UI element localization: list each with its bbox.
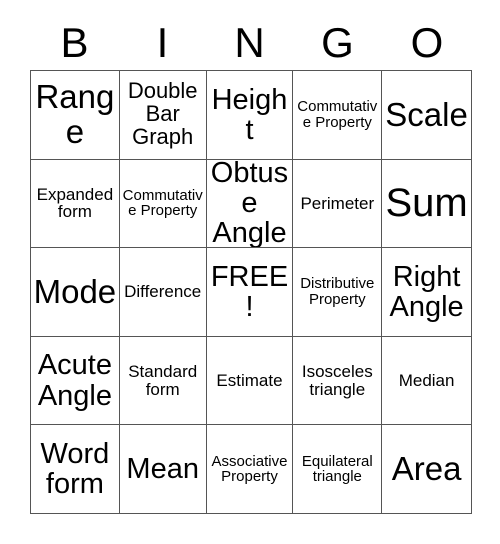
bingo-cell[interactable]: Median: [382, 336, 472, 426]
bingo-row: Word form Mean Associative Property Equi…: [31, 425, 472, 514]
bingo-cell-label: Commutative Property: [297, 98, 378, 131]
bingo-cell[interactable]: Expanded form: [31, 159, 120, 249]
bingo-row: Acute Angle Standard form Estimate Isosc…: [31, 336, 472, 426]
bingo-cell-label: Double Bar Graph: [127, 78, 198, 150]
bingo-cell-label: Expanded form: [36, 184, 114, 222]
bingo-cell[interactable]: Mode: [31, 248, 120, 337]
bingo-cell[interactable]: Range: [31, 71, 120, 160]
bingo-cell[interactable]: Double Bar Graph: [119, 71, 207, 160]
bingo-cell[interactable]: Distributive Property: [293, 248, 383, 337]
bingo-cell-label: Range: [35, 78, 115, 150]
bingo-cell[interactable]: Obtuse Angle: [206, 159, 294, 249]
bingo-cell-label: Word form: [40, 438, 110, 501]
bingo-cell[interactable]: Commutative Property: [119, 159, 207, 249]
header-letter-b: B: [60, 19, 89, 66]
bingo-cell-label: Sum: [385, 180, 468, 225]
bingo-cell-free[interactable]: FREE!: [206, 248, 294, 337]
bingo-cell-label: Median: [398, 370, 455, 390]
bingo-cell[interactable]: Mean: [119, 425, 207, 514]
bingo-cell-label: Standard form: [128, 361, 198, 399]
bingo-cell[interactable]: Right Angle: [382, 248, 472, 337]
bingo-cell[interactable]: Scale: [382, 71, 472, 160]
bingo-cell[interactable]: Height: [206, 71, 294, 160]
bingo-cell[interactable]: Standard form: [119, 336, 207, 426]
header-letter-n: N: [234, 19, 265, 66]
bingo-cell[interactable]: Acute Angle: [31, 336, 120, 426]
bingo-cell-label: Isosceles triangle: [301, 361, 373, 399]
header-letter-i: I: [156, 19, 169, 66]
bingo-cell-label: Height: [211, 83, 288, 146]
bingo-cell-label: Difference: [124, 282, 202, 302]
bingo-cell-label: Right Angle: [389, 260, 464, 323]
header-letter-o: O: [410, 19, 444, 66]
bingo-cell-label: Associative Property: [211, 452, 288, 486]
bingo-cell[interactable]: Difference: [119, 248, 207, 337]
bingo-cell-label: Distributive Property: [300, 275, 375, 308]
header-letter-g: G: [321, 19, 354, 66]
bingo-cell-label: Commutative Property: [122, 186, 203, 220]
bingo-cell[interactable]: Isosceles triangle: [293, 336, 383, 426]
bingo-row: Mode Difference FREE! Distributive Prope…: [31, 248, 472, 337]
bingo-cell[interactable]: Commutative Property: [293, 71, 383, 160]
bingo-cell-label: Estimate: [216, 370, 283, 390]
bingo-cell-label: Perimeter: [300, 193, 375, 213]
bingo-grid: Range Double Bar Graph Height Commutativ…: [30, 70, 472, 514]
bingo-cell-label: Obtuse Angle: [210, 159, 289, 249]
bingo-cell[interactable]: Equilateral triangle: [293, 425, 383, 514]
bingo-cell-label: Acute Angle: [37, 349, 112, 412]
bingo-cell-label: Equilateral triangle: [301, 452, 373, 486]
bingo-cell-label: Scale: [385, 95, 468, 133]
bingo-card: B I N G O Range Double Bar Graph Height …: [0, 0, 500, 544]
bingo-cell-label: Mean: [126, 453, 199, 486]
bingo-cell[interactable]: Associative Property: [206, 425, 294, 514]
bingo-cell[interactable]: Perimeter: [293, 159, 383, 249]
bingo-row: Expanded form Commutative Property Obtus…: [31, 159, 472, 249]
bingo-cell[interactable]: Area: [382, 425, 472, 514]
bingo-cell-label: Area: [391, 450, 462, 488]
bingo-cell[interactable]: Sum: [382, 159, 472, 249]
bingo-row: Range Double Bar Graph Height Commutativ…: [31, 71, 472, 160]
bingo-cell-label: Mode: [33, 272, 117, 310]
bingo-header: B I N G O: [30, 16, 472, 70]
bingo-cell-label: FREE!: [210, 260, 289, 323]
bingo-cell[interactable]: Estimate: [206, 336, 294, 426]
bingo-cell[interactable]: Word form: [31, 425, 120, 514]
